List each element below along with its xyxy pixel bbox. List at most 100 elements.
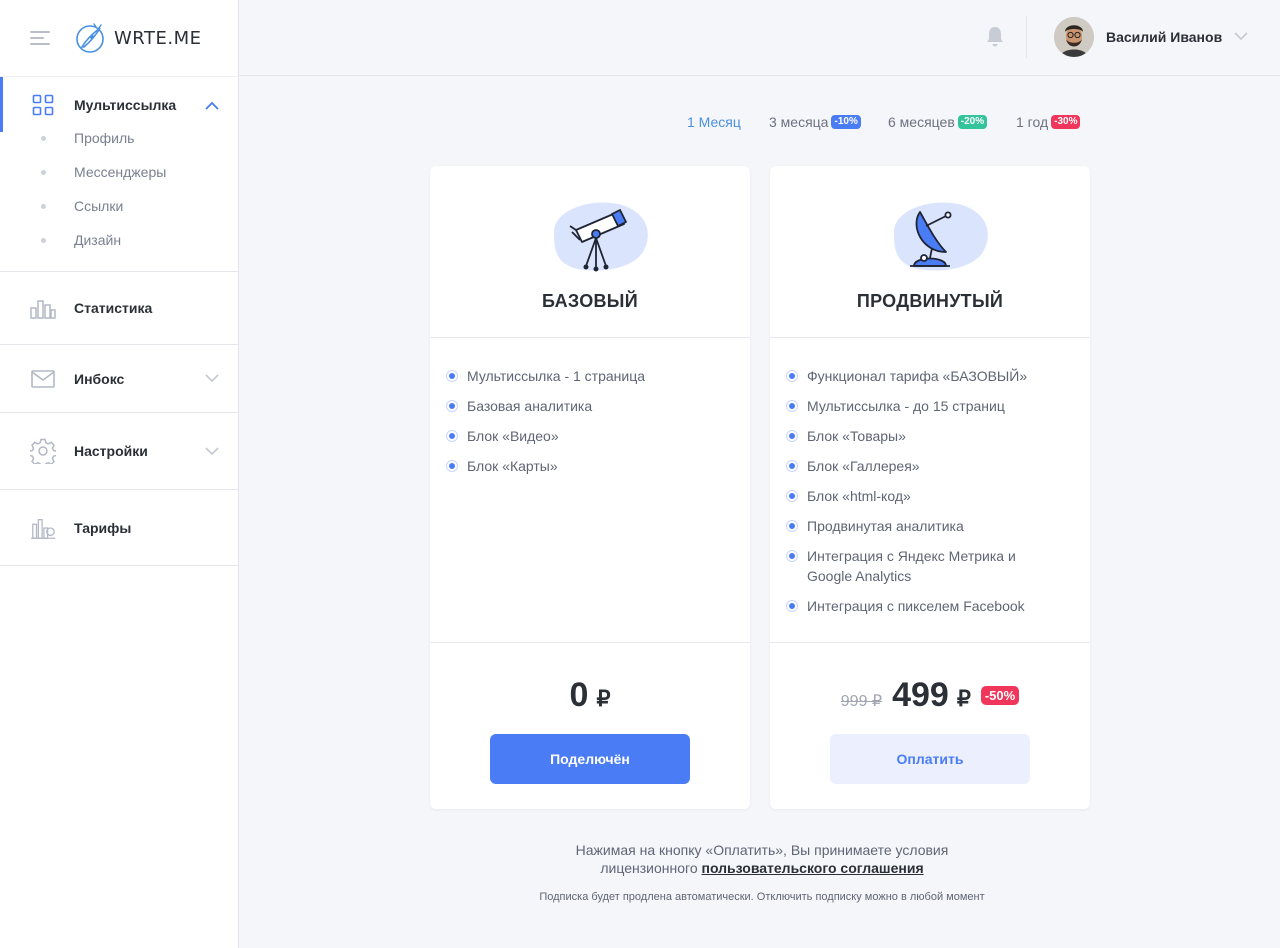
feature-text: Продвинутая аналитика — [807, 518, 964, 534]
plan-card-basic: БАЗОВЫЙ Мультиссылка - 1 страница Базова… — [430, 166, 750, 809]
nav-item-tariffs[interactable]: Тарифы — [0, 512, 238, 544]
tab-1-month[interactable]: 1 Месяц — [687, 114, 741, 130]
discount-badge: -20% — [957, 115, 988, 129]
bullet-icon — [446, 370, 458, 382]
feature-item: Блок «Товары» — [786, 426, 1074, 446]
currency: ₽ — [956, 686, 971, 711]
tab-label: 1 год — [1016, 114, 1049, 130]
feature-list: Функционал тарифа «БАЗОВЫЙ» Мультиссылка… — [770, 338, 1090, 643]
chevron-down-icon — [1234, 28, 1248, 46]
sidebar: WRTE.ME Мультиссылка Профиль Мессенджеры… — [0, 0, 239, 948]
telescope-icon — [554, 202, 648, 272]
tab-6-months[interactable]: 6 месяцев -20% — [888, 114, 988, 130]
bullet-dot — [41, 135, 46, 141]
bell-icon[interactable] — [985, 26, 1005, 48]
feature-item: Блок «Галлерея» — [786, 456, 1074, 476]
feature-item: Базовая аналитика — [446, 396, 734, 416]
nav-item-multilink[interactable]: Мультиссылка — [0, 89, 238, 121]
feature-text: Блок «html-код» — [807, 488, 911, 504]
price-row: 999 ₽ 499 ₽ -50% — [770, 676, 1090, 715]
feature-text: Блок «Видео» — [467, 428, 559, 444]
nav-item-inbox-label: Инбокс — [74, 370, 125, 387]
subscription-note: Подписка будет продлена автоматически. О… — [539, 891, 985, 903]
sidebar-item-label: Дизайн — [74, 232, 122, 248]
nav-item-tariffs-label: Тарифы — [74, 519, 132, 536]
plan-card-header: ПРОДВИНУТЫЙ — [770, 166, 1090, 338]
legal-line-1: Нажимая на кнопку «Оплатить», Вы принима… — [575, 842, 949, 858]
feature-item: Интеграция с пикселем Facebook — [786, 596, 1074, 616]
top-bar: Василий Иванов — [239, 0, 1280, 76]
nav-section-multilink: Мультиссылка Профиль Мессенджеры Ссылки … — [0, 76, 238, 272]
avatar — [1054, 17, 1094, 57]
feature-item: Интеграция с Яндекс Метрика и Google Ana… — [786, 546, 1074, 586]
user-agreement-link[interactable]: пользовательского соглашения — [702, 860, 924, 876]
connected-button[interactable]: Поделючён — [490, 734, 690, 784]
bullet-icon — [786, 550, 798, 562]
price-row: 0 ₽ — [430, 676, 750, 715]
user-name: Василий Иванов — [1106, 29, 1223, 45]
nav-item-inbox[interactable]: Инбокс — [0, 363, 238, 395]
feature-item: Продвинутая аналитика — [786, 516, 1074, 536]
tab-1-year[interactable]: 1 год -30% — [1016, 114, 1081, 130]
nav-section-tariffs: Тарифы — [0, 490, 238, 566]
bullet-icon — [786, 490, 798, 502]
sidebar-item-links[interactable]: Ссылки — [0, 189, 238, 223]
sidebar-item-design[interactable]: Дизайн — [0, 223, 238, 257]
tab-label: 6 месяцев — [888, 114, 955, 130]
discount-badge: -30% — [1051, 115, 1081, 129]
bullet-icon — [446, 400, 458, 412]
chevron-up-icon[interactable] — [204, 97, 220, 113]
legal-line-2: лицензионного пользовательского соглашен… — [430, 859, 1094, 877]
logo[interactable]: WRTE.ME — [72, 20, 202, 56]
nav-item-statistics[interactable]: Статистика — [0, 292, 238, 324]
gear-icon — [30, 438, 56, 464]
plan-title: ПРОДВИНУТЫЙ — [856, 291, 1004, 311]
feature-text: Мультиссылка - 1 страница — [467, 368, 646, 384]
sidebar-item-label: Мессенджеры — [74, 164, 167, 180]
chevron-down-icon[interactable] — [204, 371, 220, 387]
satellite-dish-icon — [894, 202, 988, 271]
nav-item-settings-label: Настройки — [74, 443, 148, 459]
nav-section-statistics: Статистика — [0, 272, 238, 345]
bullet-icon — [786, 600, 798, 612]
grid-icon — [30, 92, 56, 118]
bullet-icon — [446, 460, 458, 472]
chevron-down-icon[interactable] — [204, 443, 220, 459]
sidebar-item-label: Ссылки — [74, 198, 124, 214]
nav-item-multilink-label: Мультиссылка — [74, 97, 177, 113]
plan-card-header: БАЗОВЫЙ — [430, 166, 750, 338]
feature-item: Функционал тарифа «БАЗОВЫЙ» — [786, 366, 1074, 386]
nav-section-settings: Настройки — [0, 413, 238, 490]
logo-row: WRTE.ME — [0, 0, 238, 76]
plan-title: БАЗОВЫЙ — [542, 291, 638, 311]
feature-item: Блок «Карты» — [446, 456, 734, 476]
mail-icon — [30, 366, 56, 392]
tariff-chart-icon — [30, 515, 56, 541]
feature-item: Блок «html-код» — [786, 486, 1074, 506]
user-menu[interactable]: Василий Иванов — [1054, 17, 1248, 57]
divider — [1026, 16, 1027, 58]
bar-chart-icon — [30, 295, 56, 321]
feature-text: Блок «Карты» — [467, 458, 558, 474]
nav-item-settings[interactable]: Настройки — [0, 435, 238, 467]
bullet-dot — [41, 237, 46, 243]
bullet-icon — [786, 430, 798, 442]
feature-list: Мультиссылка - 1 страница Базовая аналит… — [430, 338, 750, 643]
feature-text: Функционал тарифа «БАЗОВЫЙ» — [807, 368, 1028, 384]
feature-item: Мультиссылка - 1 страница — [446, 366, 734, 386]
feature-text: Блок «Галлерея» — [807, 458, 920, 474]
legal-text: Нажимая на кнопку «Оплатить», Вы принима… — [430, 841, 1094, 877]
bullet-icon — [786, 400, 798, 412]
old-price: 999 ₽ — [840, 693, 883, 710]
bullet-dot — [41, 203, 46, 209]
feature-text: Интеграция с Яндекс Метрика и Google Ana… — [807, 548, 1016, 584]
feature-text: Мультиссылка - до 15 страниц — [807, 398, 1005, 414]
logo-text: WRTE.ME — [114, 27, 202, 49]
menu-icon[interactable] — [30, 31, 50, 45]
pay-button[interactable]: Оплатить — [830, 734, 1030, 784]
sidebar-item-label: Профиль — [74, 130, 135, 146]
sidebar-item-profile[interactable]: Профиль — [0, 121, 238, 155]
currency: ₽ — [596, 686, 611, 711]
tab-3-months[interactable]: 3 месяца -10% — [769, 114, 861, 130]
sidebar-item-messengers[interactable]: Мессенджеры — [0, 155, 238, 189]
